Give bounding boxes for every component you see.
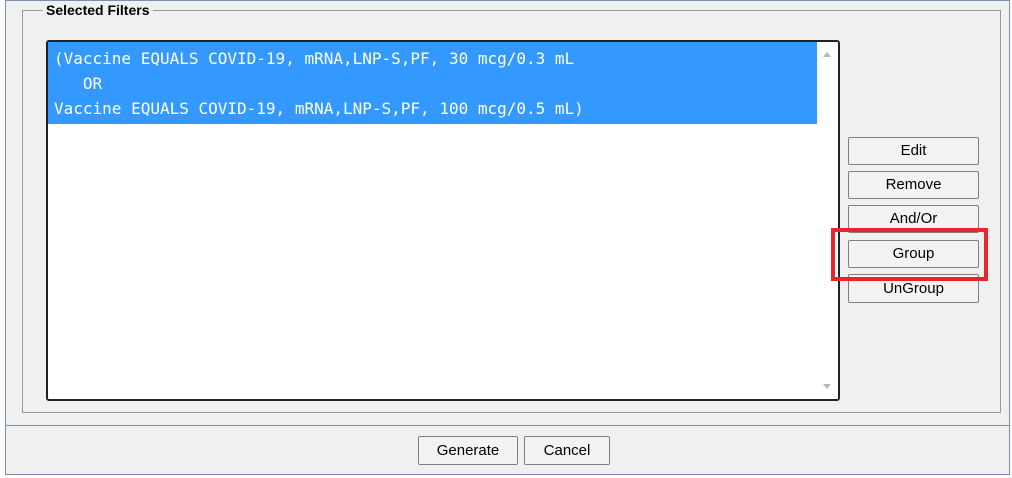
filter-operator-line: OR: [54, 74, 103, 93]
generate-button[interactable]: Generate: [418, 436, 518, 465]
scroll-down-arrow-icon[interactable]: [823, 384, 831, 389]
selected-filters-listbox[interactable]: (Vaccine EQUALS COVID-19, mRNA,LNP-S,PF,…: [46, 40, 840, 401]
listbox-scrollbar[interactable]: [817, 42, 838, 399]
footer-bar: Generate Cancel: [5, 425, 1010, 475]
filter-line: (Vaccine EQUALS COVID-19, mRNA,LNP-S,PF,…: [54, 49, 575, 68]
remove-button[interactable]: Remove: [848, 171, 979, 199]
scroll-up-arrow-icon[interactable]: [823, 52, 831, 57]
filter-line: Vaccine EQUALS COVID-19, mRNA,LNP-S,PF, …: [54, 99, 584, 118]
cancel-button[interactable]: Cancel: [524, 436, 610, 465]
group-button-highlight: [831, 228, 988, 281]
selected-filters-legend: Selected Filters: [43, 2, 153, 18]
filter-panel: Selected Filters (Vaccine EQUALS COVID-1…: [5, 0, 1010, 425]
edit-button[interactable]: Edit: [848, 137, 979, 165]
selected-filter-item[interactable]: (Vaccine EQUALS COVID-19, mRNA,LNP-S,PF,…: [48, 42, 817, 124]
